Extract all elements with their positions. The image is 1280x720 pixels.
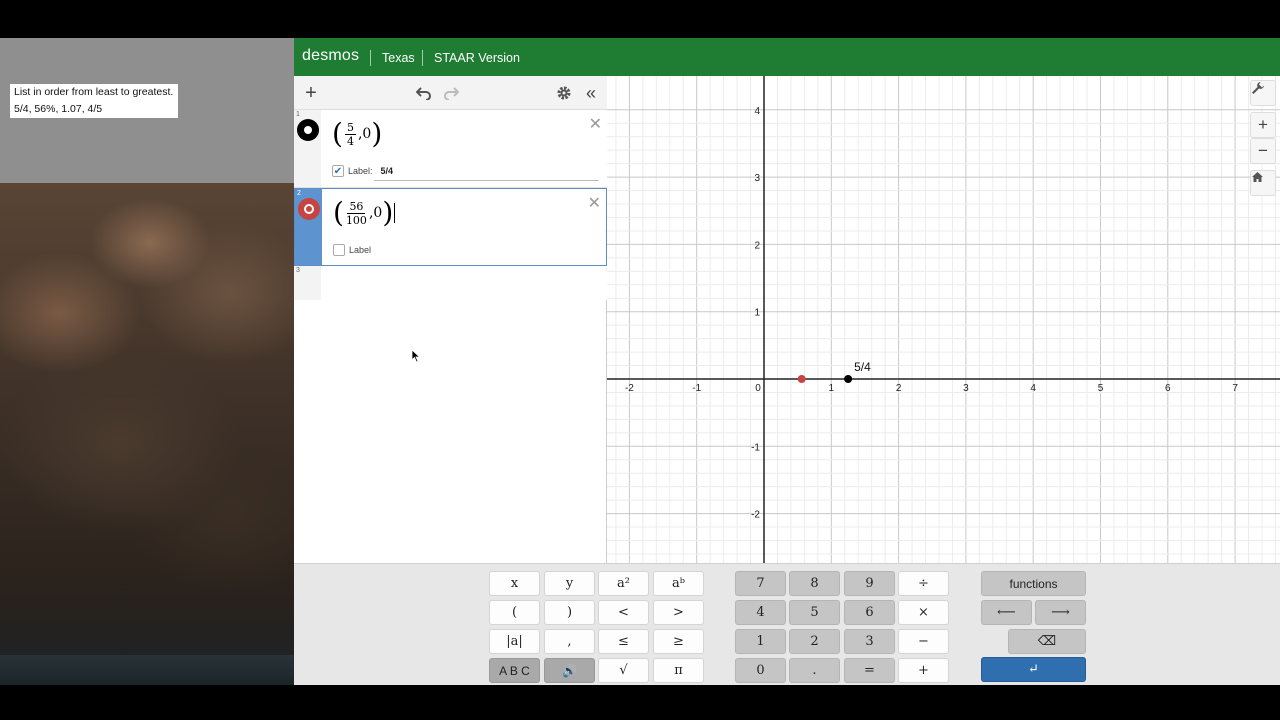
note-line-1: List in order from least to greatest. — [14, 86, 174, 98]
double-chevron-left-icon[interactable]: « — [580, 82, 602, 104]
checkbox-icon[interactable] — [333, 244, 345, 256]
expression-math[interactable]: ( 56 100 ,0 ) — [333, 199, 396, 227]
x-tick-label: 2 — [896, 383, 902, 394]
expression-row-1[interactable]: 1 ✕ ( 54 ,0 ) ✔ Label: 5/4 — [294, 110, 607, 188]
undo-icon[interactable] — [413, 82, 435, 104]
key-op-1[interactable]: × — [898, 600, 949, 625]
less-equal-key[interactable]: ≤ — [598, 629, 649, 654]
expression-math[interactable]: ( 54 ,0 ) — [332, 120, 382, 148]
text-cursor — [394, 203, 396, 223]
abc-key[interactable]: A B C — [489, 658, 540, 683]
key-equals[interactable]: = — [844, 658, 895, 683]
key-2[interactable]: 2 — [789, 629, 840, 654]
y-tick-label: -1 — [751, 442, 760, 453]
breadcrumb-staar[interactable]: STAAR Version — [434, 51, 520, 65]
label-input[interactable]: 5/4 — [381, 166, 394, 176]
wallpaper-photo — [0, 183, 294, 685]
note-line-2: 5/4, 56%, 1.07, 4/5 — [14, 103, 103, 115]
mouse-cursor-icon — [411, 349, 421, 368]
greater-equal-key[interactable]: ≥ — [653, 629, 704, 654]
close-icon[interactable]: ✕ — [589, 114, 602, 134]
x-tick-label: 6 — [1165, 383, 1171, 394]
a-squared-key[interactable]: a² — [598, 571, 649, 596]
key-7[interactable]: 7 — [735, 571, 786, 596]
functions-button[interactable]: functions — [981, 571, 1086, 596]
right-arrow-key[interactable]: ⟶ — [1035, 600, 1086, 625]
label-toggle[interactable]: ✔ Label: 5/4 — [332, 165, 393, 177]
graph-point[interactable] — [844, 375, 853, 383]
y-tick-label: 4 — [754, 106, 760, 117]
breadcrumb-texas[interactable]: Texas — [382, 51, 415, 65]
x-tick-label: -2 — [625, 383, 634, 394]
expression-toolbar: + « — [294, 76, 607, 110]
key-0[interactable]: 0 — [735, 658, 786, 683]
x-tick-label: 7 — [1232, 383, 1238, 394]
point-color-icon[interactable] — [298, 198, 320, 220]
x-tick-label: 1 — [829, 383, 835, 394]
key-op-0[interactable]: ÷ — [898, 571, 949, 596]
sqrt-key[interactable]: √ — [598, 658, 649, 683]
a-power-b-key[interactable]: aᵇ — [653, 571, 704, 596]
x-key[interactable]: x — [489, 571, 540, 596]
desmos-app: desmos Texas STAAR Version + « 1 ✕ (5 4… — [294, 38, 1280, 685]
keypad: x y a² aᵇ () < > |a|, ≤ ≥ A B C 🔊 √ π 7 8 9 ÷ 4 5 6 × 1 2 3− 0. = +… — [294, 563, 1280, 685]
key-1[interactable]: 1 — [735, 629, 786, 654]
graph-paper[interactable]: -2 -1 0 1 2 3 4 5 6 7 4 3 2 1 -1 -2 5/4 + − — [607, 76, 1280, 563]
question-note: List in order from least to greatest. 5/… — [10, 84, 178, 118]
wrench-icon[interactable] — [1250, 80, 1276, 106]
desmos-logo: desmos — [302, 47, 360, 64]
key-5[interactable]: 5 — [789, 600, 840, 625]
y-key[interactable]: y — [544, 571, 595, 596]
label-toggle[interactable]: Label — [333, 244, 371, 256]
top-bar: desmos Texas STAAR Version — [294, 38, 1280, 76]
graph-canvas[interactable]: -2 -1 0 1 2 3 4 5 6 7 4 3 2 1 -1 -2 5/4 — [607, 76, 1280, 563]
gear-icon[interactable] — [553, 82, 575, 104]
pi-key[interactable]: π — [653, 658, 704, 683]
key-dot[interactable]: . — [789, 658, 840, 683]
y-tick-label: 2 — [754, 240, 760, 251]
y-tick-label: 1 — [754, 308, 760, 319]
enter-key[interactable]: ↵ — [981, 657, 1086, 682]
x-tick-label: 3 — [963, 383, 969, 394]
abs-key[interactable]: |a| — [489, 629, 540, 654]
expression-row-2[interactable]: 2 ✕ ( 56 100 ,0 ) Label — [294, 188, 607, 266]
x-tick-label: 4 — [1030, 383, 1036, 394]
key-9[interactable]: 9 — [844, 571, 895, 596]
zoom-in-icon[interactable]: + — [1250, 112, 1276, 138]
zoom-out-icon[interactable]: − — [1250, 138, 1276, 164]
key-3[interactable]: 3 — [844, 629, 895, 654]
redo-icon[interactable] — [440, 82, 462, 104]
left-arrow-key[interactable]: ⟵ — [981, 600, 1032, 625]
key-4[interactable]: 4 — [735, 600, 786, 625]
plus-icon[interactable]: + — [300, 82, 322, 104]
close-icon[interactable]: ✕ — [588, 193, 601, 213]
y-tick-label: 3 — [754, 173, 760, 184]
point-label: 5/4 — [854, 360, 871, 374]
expression-row-3[interactable]: 3 — [294, 266, 607, 300]
less-than-key[interactable]: < — [598, 600, 649, 625]
graph-point[interactable] — [797, 375, 806, 383]
home-icon[interactable] — [1250, 170, 1276, 196]
key-op-3[interactable]: + — [898, 658, 949, 683]
right-paren-key[interactable]: ) — [544, 600, 595, 625]
x-tick-label: 0 — [755, 383, 761, 394]
left-paren-key[interactable]: ( — [489, 600, 540, 625]
y-tick-label: -2 — [751, 510, 760, 521]
checkbox-checked-icon[interactable]: ✔ — [332, 165, 344, 177]
point-color-icon[interactable] — [297, 119, 319, 141]
speaker-icon[interactable]: 🔊 — [544, 658, 595, 683]
x-tick-label: 5 — [1098, 383, 1104, 394]
backspace-icon[interactable]: ⌫ — [1008, 629, 1086, 654]
key-op-2[interactable]: − — [898, 629, 949, 654]
greater-than-key[interactable]: > — [653, 600, 704, 625]
comma-key[interactable]: , — [544, 629, 595, 654]
x-tick-label: -1 — [692, 383, 701, 394]
expression-list: + « 1 ✕ (5 4 , 0) ✔ Label: 5/4 2 ✕ (5… — [294, 76, 607, 601]
key-8[interactable]: 8 — [789, 571, 840, 596]
key-6[interactable]: 6 — [844, 600, 895, 625]
